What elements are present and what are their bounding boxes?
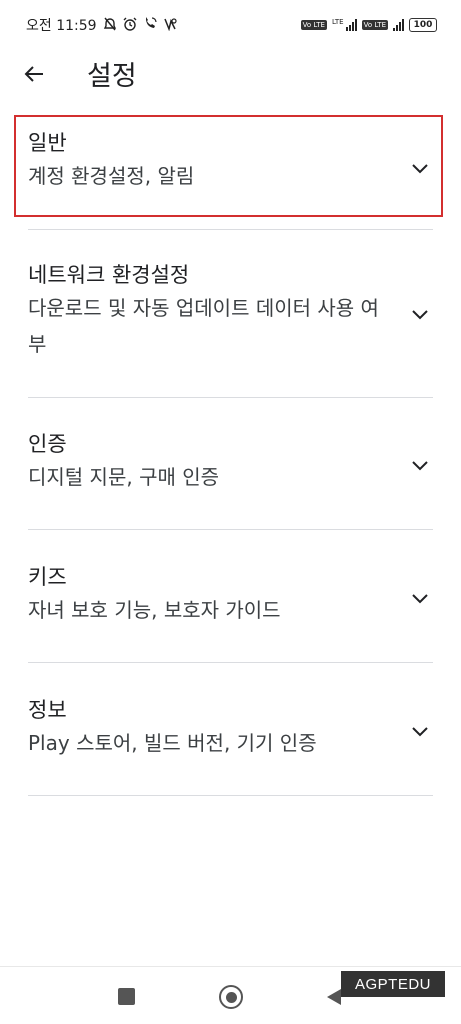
home-button[interactable]: [219, 985, 243, 1009]
wifi-calling-icon: [143, 16, 157, 34]
setting-item-auth[interactable]: 인증 디지털 지문, 구매 인증: [28, 429, 433, 495]
status-time: 오전 11:59: [26, 18, 97, 34]
setting-title: 키즈: [28, 565, 67, 589]
page-title: 설정: [87, 61, 137, 92]
setting-subtitle: 자녀 보호 기능, 보호자 가이드: [28, 598, 281, 622]
status-left: 오전 11:59: [26, 15, 177, 35]
divider: [28, 795, 433, 796]
watermark: AGPTEDU: [341, 971, 445, 997]
app-bar: 설정: [0, 50, 461, 100]
setting-item-about[interactable]: 정보 Play 스토어, 빌드 버전, 기기 인증: [28, 695, 433, 761]
back-button[interactable]: [18, 58, 50, 90]
chevron-down-icon: [412, 461, 428, 471]
data-saver-icon: [163, 17, 177, 34]
volte-badge-2: Vo LTE: [361, 20, 388, 30]
setting-title: 네트워크 환경설정: [28, 263, 190, 287]
setting-subtitle: 계정 환경설정, 알림: [28, 164, 195, 188]
chevron-down-icon: [412, 310, 428, 320]
arrow-back-icon: [24, 66, 43, 82]
battery-level: 100: [413, 20, 433, 30]
volte-badge-1: Vo LTE: [300, 20, 327, 30]
setting-item-general[interactable]: 일반 계정 환경설정, 알림: [28, 128, 433, 194]
setting-item-kids[interactable]: 키즈 자녀 보호 기능, 보호자 가이드: [28, 562, 433, 628]
status-bar: 오전 11:59 Vo LTE LTE Vo LTE 100: [0, 0, 461, 50]
setting-subtitle: 다운로드 및 자동 업데이트 데이터 사용 여부: [28, 296, 379, 356]
status-right: Vo LTE LTE Vo LTE 100: [300, 18, 437, 32]
setting-item-network[interactable]: 네트워크 환경설정 다운로드 및 자동 업데이트 데이터 사용 여부: [28, 260, 433, 362]
alarm-icon: [123, 17, 137, 34]
setting-title: 인증: [28, 432, 67, 456]
setting-subtitle: 디지털 지문, 구매 인증: [28, 465, 220, 489]
signal-icon-2: [393, 19, 404, 31]
divider: [28, 229, 433, 230]
divider: [28, 397, 433, 398]
divider: [28, 529, 433, 530]
recents-button[interactable]: [118, 988, 135, 1005]
chevron-down-icon: [412, 727, 428, 737]
lte-label: LTE: [331, 18, 344, 26]
setting-title: 일반: [28, 131, 67, 155]
signal-icon-1: LTE: [332, 19, 357, 31]
battery-icon: 100: [409, 18, 437, 32]
setting-subtitle: Play 스토어, 빌드 버전, 기기 인증: [28, 731, 317, 755]
mute-icon: [103, 17, 117, 34]
chevron-down-icon: [412, 164, 428, 174]
home-dot-icon: [225, 991, 237, 1003]
chevron-down-icon: [412, 594, 428, 604]
setting-title: 정보: [28, 698, 67, 722]
divider: [28, 662, 433, 663]
